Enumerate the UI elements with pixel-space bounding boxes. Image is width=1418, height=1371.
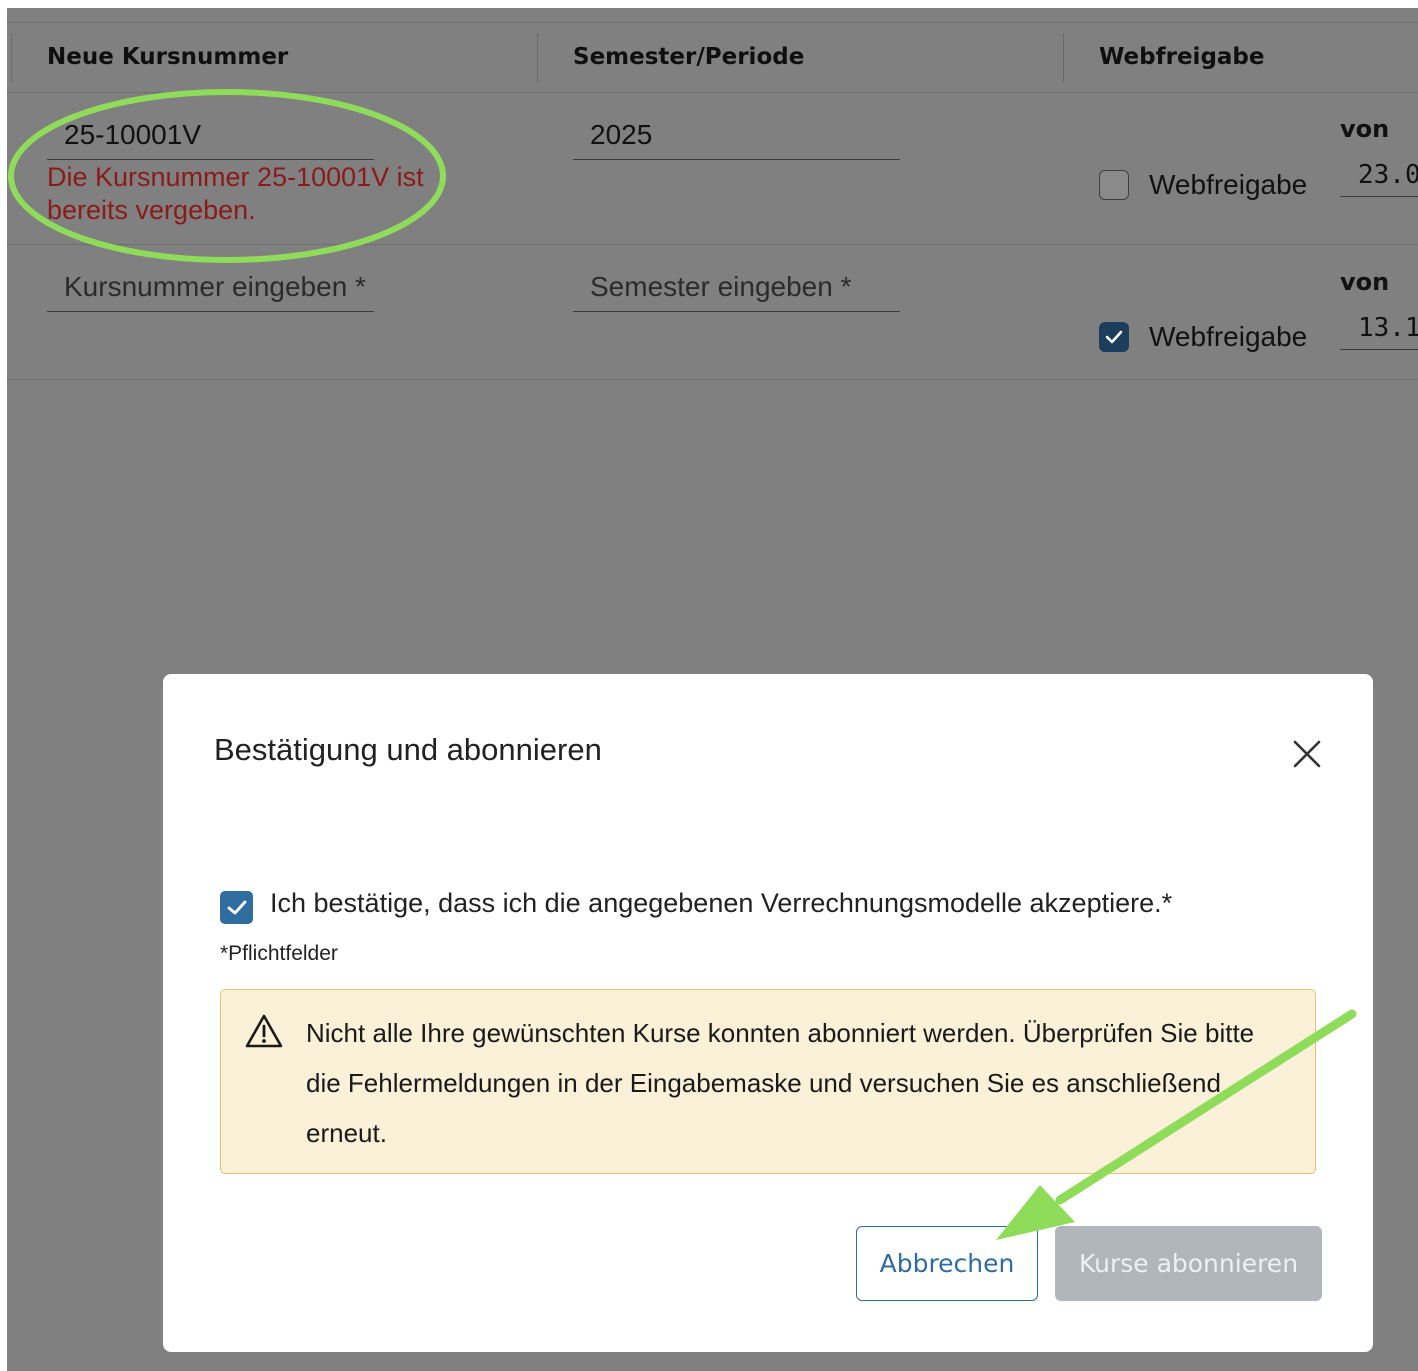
column-divider	[537, 33, 538, 83]
row-divider	[7, 244, 1418, 245]
course-number-error: Die Kursnummer 25-10001V ist bereits ver…	[47, 162, 424, 225]
header-semester: Semester/Periode	[573, 44, 805, 70]
von-label: von	[1340, 115, 1390, 143]
warning-alert: Nicht alle Ihre gewünschten Kurse konnte…	[220, 989, 1316, 1174]
web-release-label: Webfreigabe	[1149, 321, 1308, 352]
column-divider	[11, 33, 12, 83]
checkmark-icon	[1105, 330, 1123, 344]
close-icon[interactable]	[1291, 738, 1323, 770]
dialog-title: Bestätigung und abonnieren	[214, 732, 602, 767]
course-number-input[interactable]: 25-10001V	[47, 110, 374, 160]
web-release-checkbox[interactable]	[1099, 322, 1129, 352]
cancel-button[interactable]: Abbrechen	[856, 1226, 1038, 1301]
table-header: Neue Kursnummer Semester/Periode Webfrei…	[7, 22, 1418, 93]
header-web-release: Webfreigabe	[1099, 44, 1265, 70]
header-course-number: Neue Kursnummer	[47, 44, 289, 70]
row-divider	[7, 379, 1418, 380]
von-date-input[interactable]: 13.1	[1340, 306, 1418, 350]
web-release-checkbox[interactable]	[1099, 170, 1129, 200]
confirmation-dialog: Bestätigung und abonnieren Ich bestätige…	[163, 674, 1373, 1352]
von-date-input[interactable]: 23.0	[1340, 153, 1418, 197]
subscribe-courses-button[interactable]: Kurse abonnieren	[1055, 1226, 1322, 1301]
warning-triangle-icon	[245, 1014, 283, 1048]
column-divider	[1063, 33, 1064, 83]
von-label: von	[1340, 268, 1390, 296]
checkmark-icon	[227, 900, 247, 915]
semester-input[interactable]: 2025	[573, 110, 900, 160]
semester-input[interactable]: Semester eingeben *	[573, 262, 900, 312]
course-number-input[interactable]: Kursnummer eingeben *	[47, 262, 374, 312]
required-fields-note: *Pflichtfelder	[220, 942, 338, 965]
web-release-label: Webfreigabe	[1149, 169, 1308, 200]
confirm-checkbox[interactable]	[220, 891, 253, 924]
confirm-label: Ich bestätige, dass ich die angegebenen …	[270, 888, 1173, 918]
warning-message: Nicht alle Ihre gewünschten Kurse konnte…	[306, 1018, 1255, 1148]
